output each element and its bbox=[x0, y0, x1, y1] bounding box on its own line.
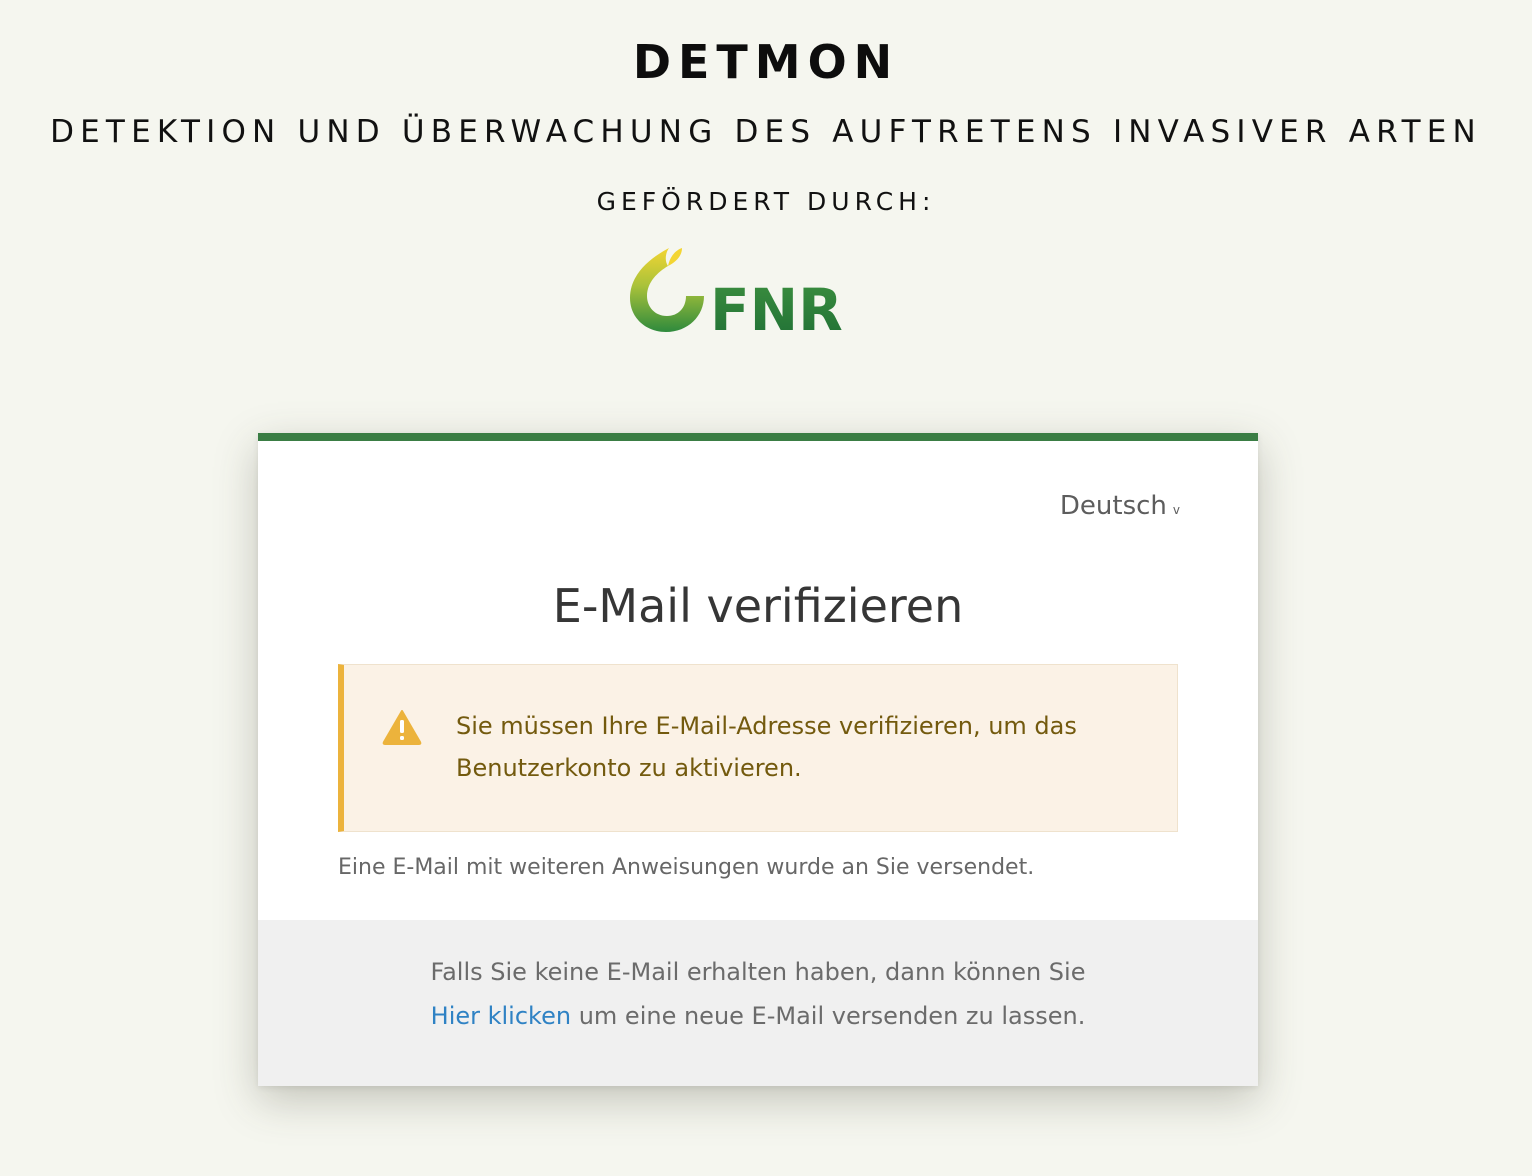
funded-by-label: GEFÖRDERT DURCH: bbox=[596, 187, 936, 216]
warning-message-line2: Benutzerkonto zu aktivieren. bbox=[456, 754, 802, 782]
language-label: Deutsch bbox=[1059, 491, 1167, 521]
page-title: E-Mail verifizieren bbox=[552, 578, 964, 633]
resend-line2-text: um eine neue E-Mail versenden zu lassen. bbox=[571, 1002, 1086, 1030]
chevron-down-icon: v bbox=[1172, 503, 1180, 517]
resend-line1: Falls Sie keine E-Mail erhalten haben, d… bbox=[430, 958, 1086, 986]
warning-message: Sie müssen Ihre E-Mail-Adresse verifizie… bbox=[456, 705, 1156, 789]
card-footer: Falls Sie keine E-Mail erhalten haben, d… bbox=[258, 920, 1258, 1086]
resend-instructions: Falls Sie keine E-Mail erhalten haben, d… bbox=[258, 950, 1258, 1038]
warning-alert: Sie müssen Ihre E-Mail-Adresse verifizie… bbox=[338, 664, 1178, 832]
fnr-logo: FNR bbox=[624, 242, 846, 344]
site-title: DETMON bbox=[632, 35, 900, 89]
warning-icon bbox=[382, 709, 422, 745]
resend-line2: Hier klicken um eine neue E-Mail versend… bbox=[258, 994, 1258, 1038]
resend-link[interactable]: Hier klicken bbox=[431, 1002, 571, 1030]
info-message: Eine E-Mail mit weiteren Anweisungen wur… bbox=[338, 855, 1035, 880]
warning-message-line1: Sie müssen Ihre E-Mail-Adresse verifizie… bbox=[456, 712, 1077, 740]
fnr-logo-graphic: FNR bbox=[630, 248, 843, 344]
fnr-logo-text: FNR bbox=[710, 276, 843, 338]
language-selector[interactable]: Deutsch v bbox=[1060, 489, 1180, 523]
site-subtitle: DETEKTION UND ÜBERWACHUNG DES AUFTRETENS… bbox=[50, 114, 1482, 150]
verify-email-card: Deutsch v E-Mail verifizieren Sie müssen … bbox=[258, 433, 1258, 1086]
